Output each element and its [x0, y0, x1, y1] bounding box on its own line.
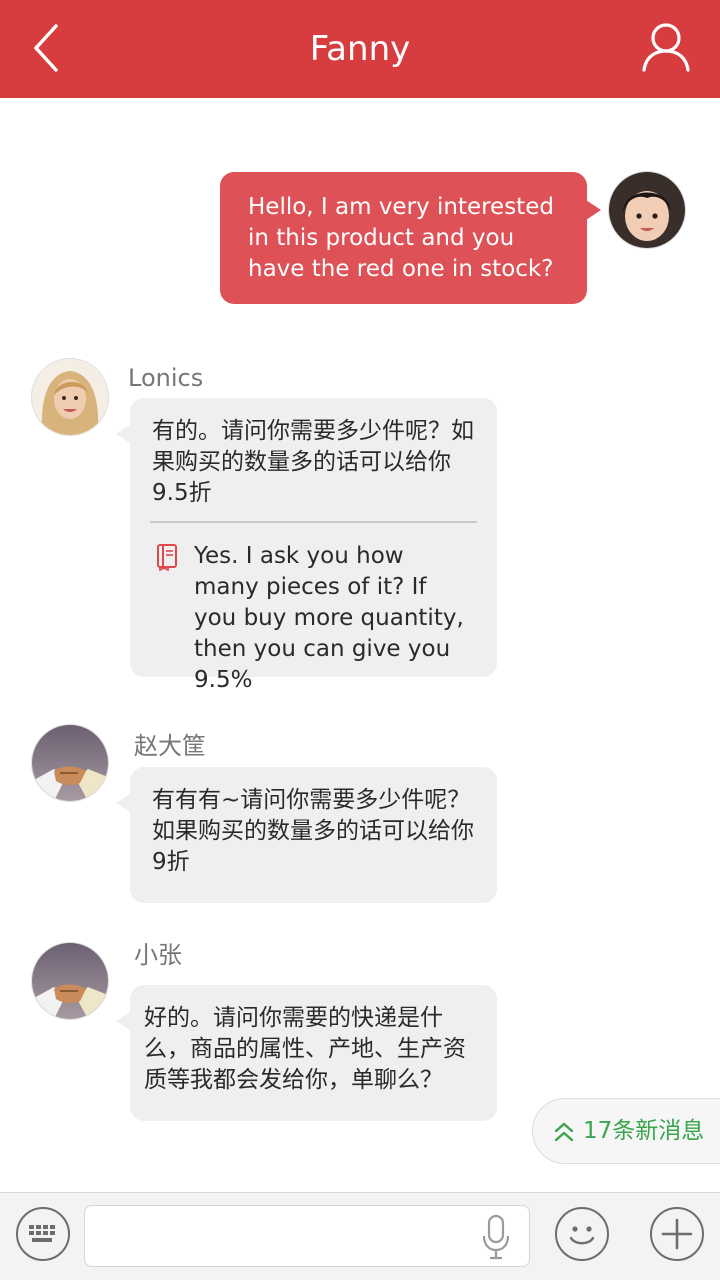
outgoing-message-bubble[interactable]: Hello, I am very interested in this prod…	[220, 172, 601, 304]
keyboard-button[interactable]	[16, 1207, 70, 1261]
sender-avatar[interactable]	[32, 943, 108, 1019]
sender-avatar[interactable]	[32, 359, 108, 435]
keyboard-icon	[29, 1225, 55, 1242]
add-button[interactable]	[650, 1207, 704, 1261]
message-text: 有有有~请问你需要多少件呢？如果购买的数量多的话可以给你9折	[152, 787, 474, 875]
input-toolbar	[0, 1192, 720, 1280]
plus-icon	[661, 1218, 693, 1250]
user-profile-icon	[642, 23, 690, 72]
child-photo	[609, 172, 685, 248]
handshake-photo	[32, 725, 108, 801]
sender-avatar[interactable]	[32, 725, 108, 801]
divider	[150, 521, 477, 523]
page-title: Fanny	[309, 29, 411, 69]
woman-photo	[32, 359, 108, 435]
incoming-message-bubble[interactable]: 好的。请问你需要的快递是什么，商品的属性、产地、生产资质等我都会发给你，单聊么？	[116, 985, 497, 1121]
smiley-icon	[569, 1226, 595, 1245]
emoji-button[interactable]	[555, 1207, 609, 1261]
translation-text: Yes. I ask you how many pieces of it? If…	[194, 543, 464, 693]
message-input[interactable]	[84, 1205, 530, 1267]
sender-name: 小张	[134, 941, 182, 969]
incoming-message-bubble[interactable]: 有有有~请问你需要多少件呢？如果购买的数量多的话可以给你9折	[116, 767, 497, 903]
translation: Yes. I ask you how many pieces of it? If…	[152, 541, 475, 696]
book-icon	[157, 544, 177, 571]
sender-name: Lonics	[128, 364, 204, 392]
message-text: 好的。请问你需要的快递是什么，商品的属性、产地、生产资质等我都会发给你，单聊么？	[144, 1005, 466, 1093]
message-text: Hello, I am very interested in this prod…	[248, 194, 554, 282]
microphone-icon[interactable]	[479, 1214, 513, 1262]
new-messages-button[interactable]: 17条新消息	[532, 1098, 720, 1164]
top-bar: Fanny	[0, 0, 720, 98]
sender-name: 赵大筐	[134, 732, 206, 760]
handshake-photo	[32, 943, 108, 1019]
new-messages-label: 17条新消息	[583, 1118, 705, 1144]
message-text: 有的。请问你需要多少件呢？如果购买的数量多的话可以给你9.5折	[152, 418, 474, 506]
double-chevron-up-icon	[554, 1122, 574, 1142]
incoming-message-bubble[interactable]: 有的。请问你需要多少件呢？如果购买的数量多的话可以给你9.5折 Yes. I a…	[116, 398, 497, 693]
profile-button[interactable]	[640, 20, 692, 76]
my-avatar[interactable]	[609, 172, 685, 248]
